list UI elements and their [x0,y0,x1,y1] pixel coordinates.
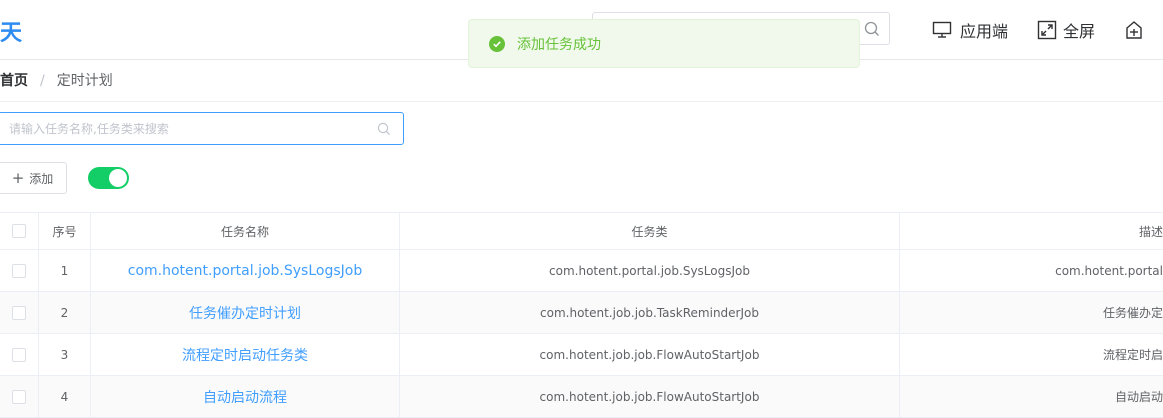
table-row: 4 自动启动流程 com.hotent.job.job.FlowAutoStar… [0,376,1163,418]
task-class: com.hotent.job.job.FlowAutoStartJob [539,389,760,404]
row-name-cell: 任务催办定时计划 [91,292,400,333]
task-name-link[interactable]: 任务催办定时计划 [189,303,301,323]
breadcrumb-current: 定时计划 [56,73,113,89]
add-task-label: 添加 [29,171,54,186]
search-icon[interactable] [377,122,391,136]
task-class: com.hotent.portal.job.SysLogsJob [549,263,750,278]
row-checkbox-cell [0,334,39,375]
fullscreen-label: 全屏 [1063,22,1096,41]
task-table: 序号 任务名称 任务类 描述 1 com.hotent.portal.job.S… [0,212,1163,418]
table-row: 2 任务催办定时计划 com.hotent.job.job.TaskRemind… [0,292,1163,334]
header-checkbox-cell [0,213,39,249]
row-desc: 任务催办定 [1102,306,1163,320]
task-class: com.hotent.job.job.TaskReminderJob [540,305,759,320]
search-icon[interactable] [864,21,880,37]
task-search-input[interactable] [0,113,359,144]
row-checkbox-cell [0,250,39,291]
header-class: 任务类 [400,213,900,249]
row-no: 3 [39,334,91,375]
tag-button[interactable] [1123,18,1153,42]
row-class-cell: com.hotent.job.job.FlowAutoStartJob [400,334,900,375]
task-name-link[interactable]: 自动启动流程 [203,387,287,407]
app-client-button[interactable]: 应用端 [932,18,1008,42]
table-row: 3 流程定时启动任务类 com.hotent.job.job.FlowAutoS… [0,334,1163,376]
row-checkbox[interactable] [12,389,26,404]
add-task-button[interactable]: + 添加 [0,162,67,194]
row-desc: com.hotent.portal [1055,263,1163,278]
row-desc: 流程定时启 [1102,348,1163,362]
app-client-label: 应用端 [960,22,1009,41]
row-no: 2 [39,292,91,333]
row-class-cell: com.hotent.job.job.FlowAutoStartJob [400,376,900,417]
breadcrumb: 首页 / 定时计划 [0,71,113,91]
monitor-icon [932,21,952,38]
row-no: 4 [39,376,91,417]
fullscreen-button[interactable]: 全屏 [1037,18,1095,42]
row-name-cell: com.hotent.portal.job.SysLogsJob [91,250,400,291]
breadcrumb-separator: / [40,73,45,89]
row-desc: 自动启动 [1114,390,1163,404]
row-checkbox[interactable] [12,347,26,362]
task-class: com.hotent.job.job.FlowAutoStartJob [539,347,760,362]
breadcrumb-home[interactable]: 首页 [0,71,28,91]
task-name-link[interactable]: 流程定时启动任务类 [182,345,308,365]
app-logo[interactable]: 天 [0,20,22,48]
toggle-switch[interactable] [88,167,129,189]
row-checkbox[interactable] [12,305,26,320]
task-search-box[interactable] [0,112,404,145]
row-class-cell: com.hotent.portal.job.SysLogsJob [400,250,900,291]
row-name-cell: 流程定时启动任务类 [91,334,400,375]
tag-icon [1126,21,1142,39]
check-circle-icon [489,35,505,52]
table-header-row: 序号 任务名称 任务类 描述 [0,213,1163,250]
success-toast: 添加任务成功 [468,19,860,68]
switch-knob [109,169,127,187]
header-name: 任务名称 [91,213,400,249]
task-name-link[interactable]: com.hotent.portal.job.SysLogsJob [128,263,362,279]
plus-icon: + [11,169,25,187]
breadcrumb-divider [0,101,1163,102]
row-name-cell: 自动启动流程 [91,376,400,417]
row-checkbox[interactable] [12,263,26,278]
row-no: 1 [39,250,91,291]
table-row: 1 com.hotent.portal.job.SysLogsJob com.h… [0,250,1163,292]
select-all-checkbox[interactable] [12,224,26,238]
fullscreen-icon [1037,20,1057,40]
header-desc: 描述 [1138,224,1163,239]
row-checkbox-cell [0,292,39,333]
toast-message: 添加任务成功 [517,36,601,53]
header-no: 序号 [39,213,91,249]
row-checkbox-cell [0,376,39,417]
row-class-cell: com.hotent.job.job.TaskReminderJob [400,292,900,333]
